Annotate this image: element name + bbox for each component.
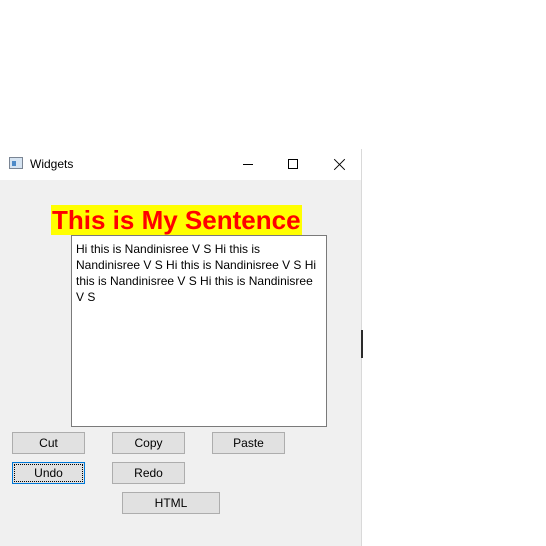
minimize-icon [243, 164, 253, 165]
paste-button[interactable]: Paste [212, 432, 285, 454]
html-button[interactable]: HTML [122, 492, 220, 514]
maximize-icon [288, 159, 298, 169]
window-edge-shadow [361, 330, 363, 358]
undo-button[interactable]: Undo [12, 462, 85, 484]
sentence-label: This is My Sentence [51, 205, 302, 235]
minimize-button[interactable] [225, 149, 271, 180]
text-editor[interactable]: Hi this is Nandinisree V S Hi this is Na… [71, 235, 327, 427]
copy-button[interactable]: Copy [112, 432, 185, 454]
window-title: Widgets [30, 157, 74, 171]
widgets-window: Widgets This is My Sentence Hi this is N… [0, 149, 362, 546]
maximize-button[interactable] [270, 149, 316, 180]
close-icon [333, 158, 346, 171]
close-button[interactable] [316, 149, 362, 180]
redo-button[interactable]: Redo [112, 462, 185, 484]
cut-button[interactable]: Cut [12, 432, 85, 454]
app-window-icon [9, 157, 23, 169]
title-bar[interactable]: Widgets [0, 149, 361, 181]
desktop: Widgets This is My Sentence Hi this is N… [0, 0, 546, 546]
